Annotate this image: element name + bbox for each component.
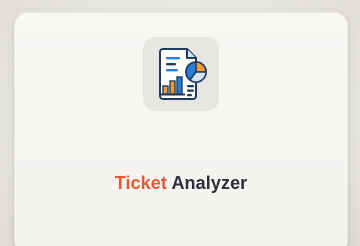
app-title-part2: Analyzer: [171, 173, 248, 193]
app-tile-card[interactable]: Ticket Analyzer: [14, 12, 348, 246]
ticket-report-icon: [159, 48, 207, 100]
icon-tile: [143, 37, 219, 111]
app-title: Ticket Analyzer: [15, 173, 347, 194]
app-title-part1: Ticket: [114, 173, 168, 193]
